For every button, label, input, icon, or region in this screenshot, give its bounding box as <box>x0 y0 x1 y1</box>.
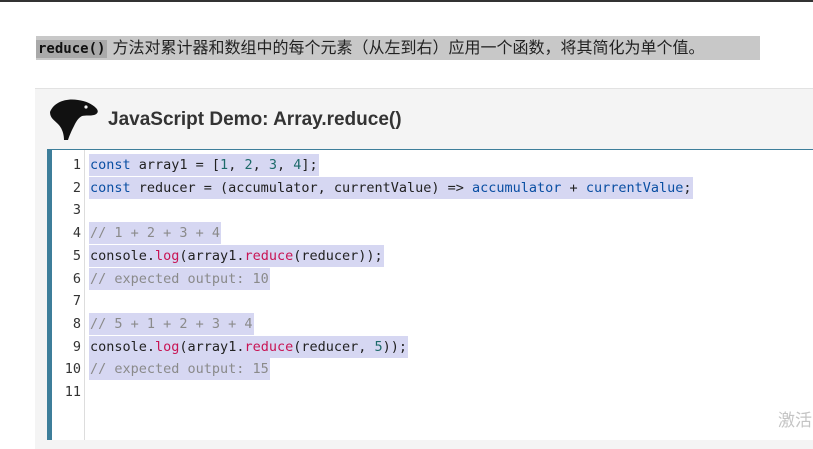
description-text: 方法对累计器和数组中的每个元素（从左到右）应用一个函数，将其简化为单个值。 <box>112 38 705 57</box>
code-editor[interactable]: 1 const array1 = [1, 2, 3, 4]; 2 const redu… <box>47 149 813 440</box>
top-border <box>0 0 813 2</box>
code-token: (reducer, <box>293 338 375 355</box>
code-token: reduce <box>244 338 294 355</box>
line-number: 5 <box>72 247 81 264</box>
code-text: console.log(array1.reduce(reducer)); <box>89 244 384 267</box>
code-token: , <box>228 157 245 173</box>
code-token: (array1. <box>179 247 245 264</box>
code-token: log <box>155 247 180 264</box>
code-token: log <box>155 338 180 355</box>
code-text: console.log(array1.reduce(reducer, 5)); <box>89 335 409 358</box>
line-number: 11 <box>64 384 81 400</box>
code-token: // 1 + 2 + 3 + 4 <box>90 225 221 242</box>
activation-watermark: 激活 <box>778 411 812 431</box>
code-token: accumulator <box>472 179 562 196</box>
code-text: const reducer = (accumulator, currentVal… <box>89 176 693 199</box>
code-token: // expected output: 10 <box>90 270 269 287</box>
code-token: ; <box>683 179 692 196</box>
code-token: (reducer)); <box>293 247 383 264</box>
line-number: 8 <box>72 315 81 332</box>
dinosaur-logo-icon <box>50 99 98 140</box>
line-number: 3 <box>72 202 81 219</box>
code-token: 2 <box>244 157 253 173</box>
code-token: , <box>277 157 294 173</box>
code-token: + <box>561 179 586 196</box>
code-token: 5 <box>374 338 383 355</box>
code-token: console. <box>90 338 156 355</box>
code-token: const <box>90 179 131 196</box>
code-token: console. <box>90 247 156 264</box>
line-number: 4 <box>72 225 81 242</box>
code-text: // 5 + 1 + 2 + 3 + 4 <box>89 312 254 335</box>
line-number: 9 <box>72 338 81 355</box>
code-token: array1 = [ <box>130 157 221 173</box>
code-token: reducer = (accumulator, currentValue) => <box>130 179 473 196</box>
line-number: 6 <box>72 270 81 287</box>
code-text: // 1 + 2 + 3 + 4 <box>89 222 222 245</box>
code-token: 1 <box>220 157 229 173</box>
code-token: const <box>90 157 131 173</box>
code-token: )); <box>382 338 408 355</box>
line-number: 1 <box>72 157 81 173</box>
code-token: reduce <box>244 247 294 264</box>
code-token: currentValue <box>585 179 684 196</box>
code-token: // 5 + 1 + 2 + 3 + 4 <box>90 315 253 332</box>
code-text: // expected output: 10 <box>89 267 270 290</box>
line-number: 2 <box>72 179 81 196</box>
line-number: 7 <box>72 293 81 310</box>
code-token: , <box>252 157 269 173</box>
code-token: ]; <box>301 157 318 173</box>
description: reduce() 方法对累计器和数组中的每个元素（从左到右）应用一个函数，将其简… <box>36 36 760 60</box>
code-text: const array1 = [1, 2, 3, 4]; <box>89 154 319 176</box>
method-name-code: reduce() <box>36 40 108 58</box>
code-text: // expected output: 15 <box>89 358 270 381</box>
demo-title: JavaScript Demo: Array.reduce() <box>108 109 402 130</box>
line-number: 10 <box>64 361 81 378</box>
code-token: (array1. <box>179 338 245 355</box>
code-token: 3 <box>268 157 277 173</box>
code-token: // expected output: 15 <box>90 361 269 378</box>
